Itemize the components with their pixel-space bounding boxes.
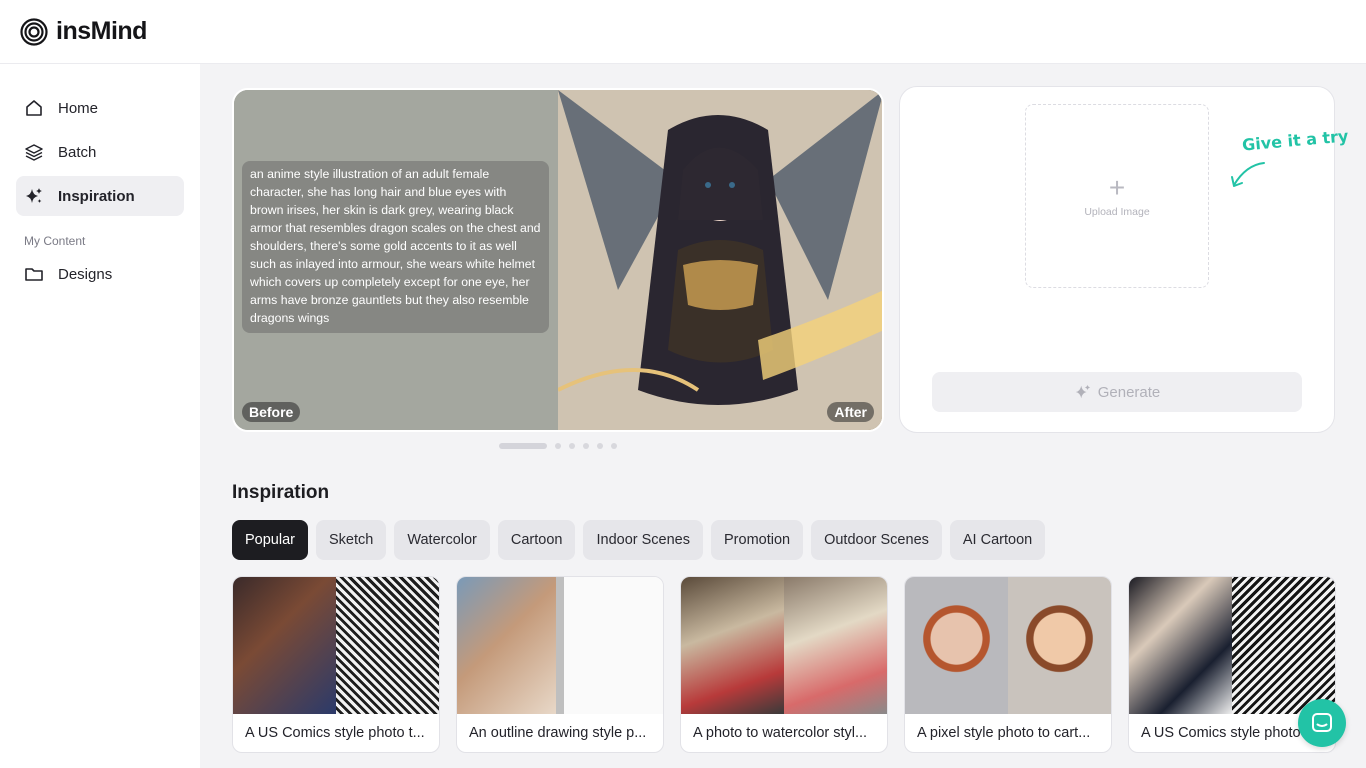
category-tabs: Popular Sketch Watercolor Cartoon Indoor… — [232, 520, 1046, 560]
carousel-dot[interactable] — [583, 443, 589, 449]
card-caption: A US Comics style photo t... — [245, 725, 425, 741]
plus-icon: + — [1108, 172, 1126, 203]
home-icon — [26, 100, 42, 116]
card-thumbnail — [233, 577, 439, 714]
inspiration-card[interactable]: An outline drawing style p... — [456, 576, 664, 753]
curved-arrow-icon — [1231, 162, 1265, 187]
tab-watercolor[interactable]: Watercolor — [394, 520, 490, 560]
carousel-pagination — [499, 443, 617, 449]
sidebar-item-designs[interactable]: Designs — [16, 254, 184, 294]
card-caption: A US Comics style photo — [1141, 725, 1301, 741]
tab-outdoor-scenes[interactable]: Outdoor Scenes — [811, 520, 942, 560]
card-thumbnail — [681, 577, 887, 714]
card-caption: A pixel style photo to cart... — [917, 725, 1091, 741]
card-thumbnail — [905, 577, 1111, 714]
sidebar-item-label: Designs — [58, 265, 113, 283]
inspiration-heading: Inspiration — [232, 482, 330, 503]
tab-popular[interactable]: Popular — [232, 520, 308, 560]
card-thumbnail — [457, 577, 663, 714]
layers-icon — [25, 144, 43, 161]
after-tag: After — [827, 402, 874, 422]
folder-icon — [25, 268, 43, 281]
sparkle-icon — [1075, 384, 1090, 399]
carousel-dot[interactable] — [555, 443, 561, 449]
sidebar-item-label: Inspiration — [58, 187, 135, 205]
sidebar-item-label: Batch — [58, 143, 97, 161]
carousel-dot[interactable] — [597, 443, 603, 449]
upload-label: Upload Image — [1084, 206, 1150, 218]
logo-spiral-icon — [20, 17, 48, 46]
tab-indoor-scenes[interactable]: Indoor Scenes — [583, 520, 703, 560]
before-panel: an anime style illustration of an adult … — [234, 90, 558, 430]
carousel-dot[interactable] — [611, 443, 617, 449]
app-name: insMind — [56, 17, 147, 45]
my-content-section-label: My Content — [24, 234, 86, 248]
inspiration-card[interactable]: A photo to watercolor styl... — [680, 576, 888, 753]
sparkle-icon — [26, 188, 42, 203]
sidebar-item-home[interactable]: Home — [16, 88, 184, 128]
top-bar: insMind — [0, 0, 1366, 64]
inspiration-card[interactable]: A US Comics style photo t... — [232, 576, 440, 753]
inspiration-cards: A US Comics style photo t... An outline … — [232, 576, 1336, 753]
after-image — [558, 90, 882, 430]
tab-promotion[interactable]: Promotion — [711, 520, 804, 560]
inspiration-card[interactable]: A pixel style photo to cart... — [904, 576, 1112, 753]
card-caption: A photo to watercolor styl... — [693, 725, 868, 741]
generate-label: Generate — [1097, 383, 1161, 401]
app-logo[interactable]: insMind — [20, 17, 147, 46]
chat-support-button[interactable] — [1298, 699, 1346, 747]
anime-illustration — [558, 90, 882, 430]
sidebar: Home Batch Inspiration My Content Design… — [0, 64, 200, 768]
card-caption: An outline drawing style p... — [469, 725, 647, 741]
sidebar-item-label: Home — [58, 99, 99, 117]
upload-dropzone[interactable]: + Upload Image — [1025, 104, 1209, 288]
before-after-carousel[interactable]: an anime style illustration of an adult … — [232, 88, 884, 432]
carousel-dot[interactable] — [569, 443, 575, 449]
sidebar-item-inspiration[interactable]: Inspiration — [16, 176, 184, 216]
generate-button[interactable]: Generate — [932, 372, 1302, 412]
carousel-dot[interactable] — [499, 443, 547, 449]
before-tag: Before — [242, 402, 301, 422]
tab-cartoon[interactable]: Cartoon — [497, 520, 576, 560]
tab-sketch[interactable]: Sketch — [315, 520, 387, 560]
chat-icon — [1312, 713, 1332, 732]
tab-ai-cartoon[interactable]: AI Cartoon — [949, 520, 1046, 560]
card-thumbnail — [1129, 577, 1335, 714]
main-content: an anime style illustration of an adult … — [200, 64, 1366, 768]
sidebar-item-batch[interactable]: Batch — [16, 132, 184, 172]
prompt-text: an anime style illustration of an adult … — [242, 161, 549, 333]
